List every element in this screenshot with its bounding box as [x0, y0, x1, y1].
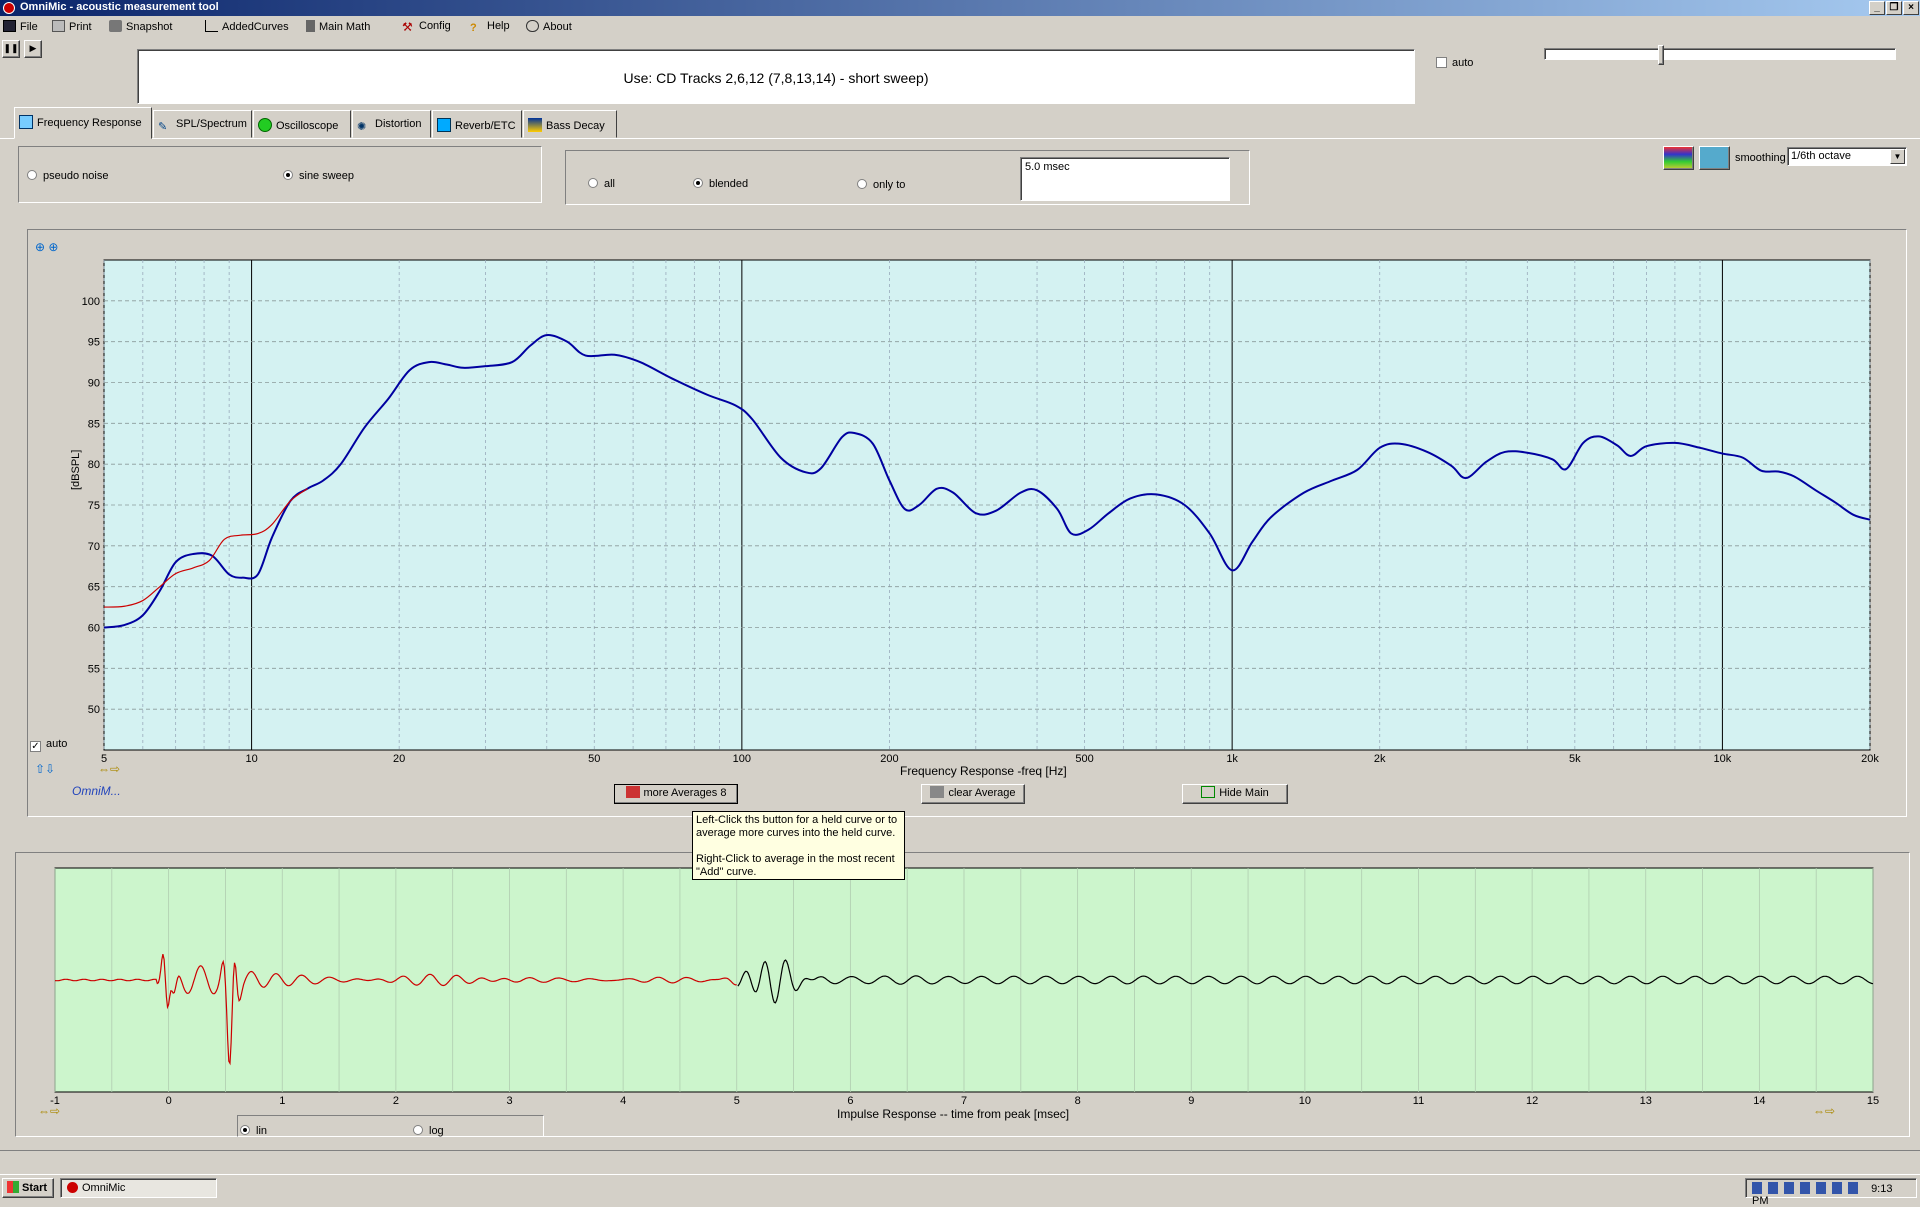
impulse-response-chart: -1 0 1 2 3 4 5 6 7 8 9 10 11 12 13 14 15: [50, 867, 1879, 1107]
ir-x-tick-label: 14: [1753, 1095, 1765, 1107]
radio-log[interactable]: log: [413, 1125, 444, 1137]
ir-x-tick-label: 5: [734, 1095, 740, 1107]
omnimic-app-icon: [67, 1182, 78, 1193]
tooltip-line: "Add" curve.: [696, 866, 757, 878]
ir-x-tick-label: 3: [506, 1095, 512, 1107]
taskbar-app-omnimic[interactable]: OmniMic: [60, 1178, 217, 1198]
ir-x-tick-label: 12: [1526, 1095, 1538, 1107]
ir-x-tick-label: 11: [1413, 1095, 1424, 1107]
tab-frequency-response[interactable]: Frequency Response: [14, 107, 152, 139]
ir-x-tick-label: 15: [1867, 1095, 1879, 1107]
tooltip-line: Left-Click ths button for a held curve o…: [696, 814, 898, 826]
ir-right-scroll-icon[interactable]: ⇔⇨: [1813, 1104, 1835, 1118]
tooltip-line: average more curves into the held curve.: [696, 827, 896, 839]
ir-x-tick-label: 8: [1075, 1095, 1081, 1107]
tray-icons[interactable]: [1752, 1182, 1862, 1194]
ir-x-tick-label: 7: [961, 1095, 967, 1107]
ir-x-tick-label: 9: [1188, 1095, 1194, 1107]
ir-x-tick-label: 1: [279, 1095, 285, 1107]
ir-x-tick-label: 13: [1640, 1095, 1652, 1107]
ir-left-scroll-icon[interactable]: ⇔⇨: [38, 1104, 60, 1118]
ir-x-tick-label: 6: [847, 1095, 853, 1107]
taskbar: Start OmniMic 9:13 PM: [0, 1174, 1920, 1207]
ir-x-tick-label: 4: [620, 1095, 626, 1107]
ir-x-tick-label: 2: [393, 1095, 399, 1107]
ir-x-tick-label: 10: [1299, 1095, 1311, 1107]
radio-lin[interactable]: lin: [240, 1125, 267, 1137]
ir-x-tick-label: 0: [166, 1095, 172, 1107]
tooltip: Left-Click ths button for a held curve o…: [692, 811, 905, 880]
radio-dot[interactable]: [240, 1125, 250, 1135]
status-divider: [0, 1150, 1920, 1151]
ir-x-axis-label: Impulse Response -- time from peak [msec…: [837, 1107, 1070, 1121]
radio-dot[interactable]: [413, 1125, 423, 1135]
frequency-response-icon: [19, 115, 33, 129]
windows-logo-icon: [7, 1181, 19, 1193]
start-button[interactable]: Start: [2, 1178, 54, 1198]
ir-scale-group: [237, 1115, 544, 1137]
tooltip-line: Right-Click to average in the most recen…: [696, 853, 895, 865]
system-tray: 9:13 PM: [1745, 1178, 1917, 1207]
